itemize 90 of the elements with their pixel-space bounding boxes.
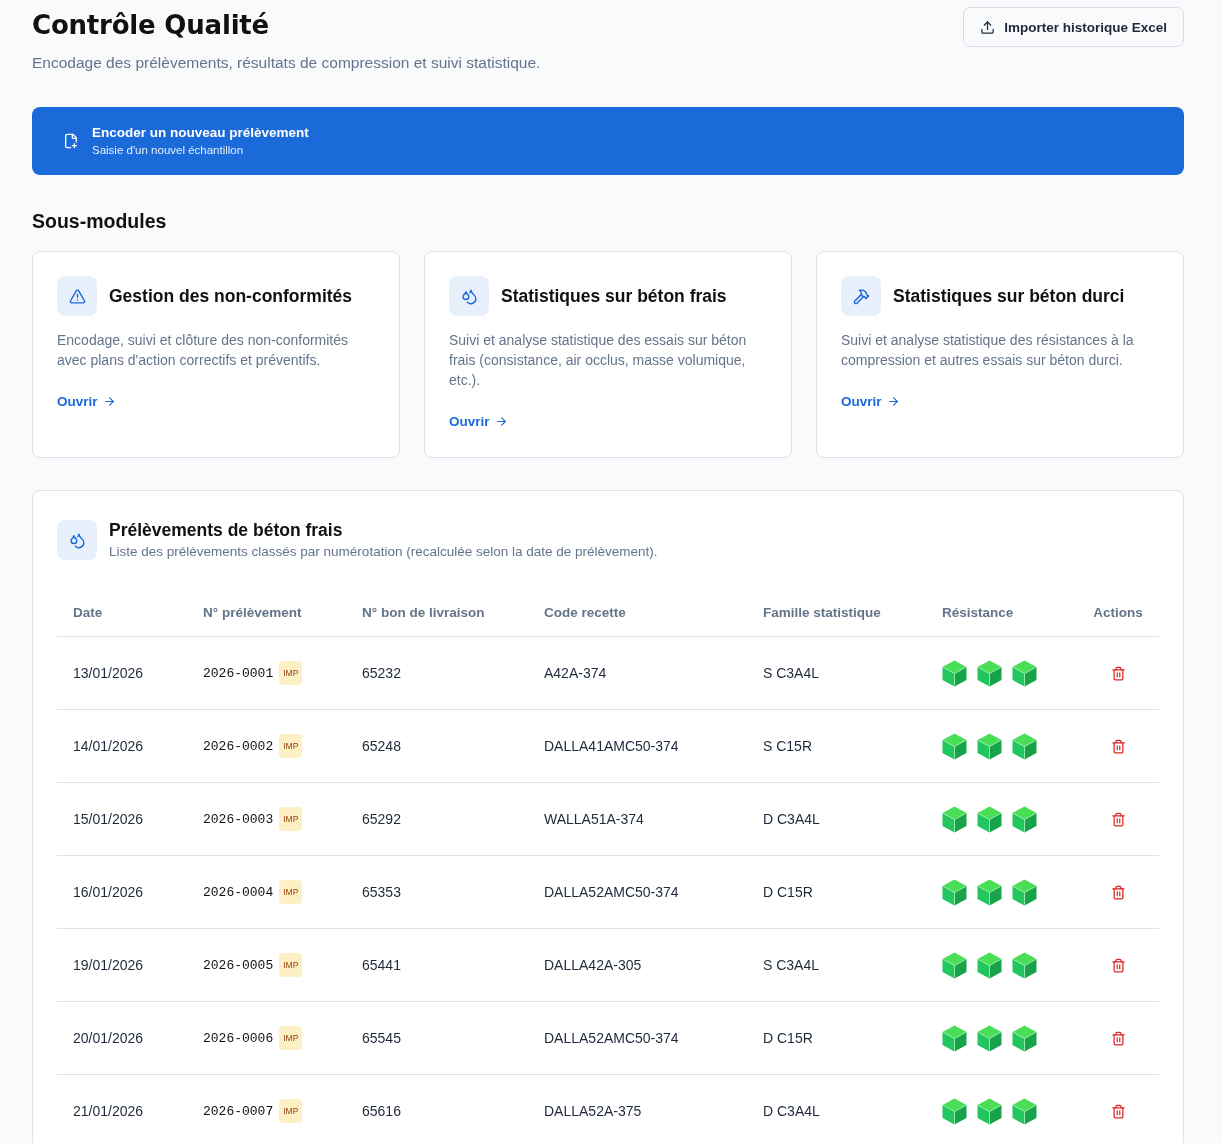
delivery-note-cell-text: 65441: [361, 957, 402, 973]
import-badge: IMP: [279, 734, 303, 758]
delete-button[interactable]: [1110, 665, 1126, 681]
import-badge: IMP: [279, 661, 303, 685]
import-badge: IMP: [279, 1026, 303, 1050]
sample-number: 2026-0004: [203, 884, 274, 900]
family-cell-text: S C3A4L: [762, 957, 821, 973]
card-description: Encodage, suivi et clôture des non-conformités avec plans d'action correctifs et préventifs.: [57, 331, 350, 370]
card-title: Statistiques sur béton frais: [501, 285, 727, 307]
new-sample-banner-button[interactable]: Encoder un nouveau prélèvement Saisie d'un nouvel échantillon: [32, 107, 1184, 175]
arrow-right-icon: [886, 395, 900, 408]
family-cell-text: D C3A4L: [762, 1103, 821, 1119]
trash-icon: [1110, 665, 1126, 681]
sample-number: 2026-0002: [203, 738, 274, 754]
page-title: Contrôle Qualité: [32, 9, 269, 42]
date-cell-text: 13/01/2026: [72, 665, 145, 681]
hammer-icon: [852, 287, 870, 305]
delivery-note-cell-text: 65545: [361, 1030, 402, 1046]
delete-button[interactable]: [1110, 884, 1126, 900]
recipe-code-cell-text: DALLA41AMC50-374: [543, 738, 680, 754]
arrow-right-icon: [494, 415, 508, 428]
sample-number: 2026-0001: [203, 665, 274, 681]
sample-number: 2026-0006: [203, 1030, 274, 1046]
delete-button[interactable]: [1110, 1030, 1126, 1046]
trash-icon: [1110, 811, 1126, 827]
family-cell-text: S C3A4L: [762, 665, 821, 681]
card-title: Gestion des non-conformités: [109, 285, 353, 307]
import-badge: IMP: [279, 953, 303, 977]
open-link[interactable]: Ouvrir: [841, 394, 900, 409]
recipe-code-cell-text: DALLA52AMC50-374: [543, 884, 680, 900]
date-cell-text: 15/01/2026: [72, 811, 145, 827]
family-cell-text: D C15R: [762, 884, 814, 900]
trash-icon: [1110, 884, 1126, 900]
family-cell-text: D C3A4L: [762, 811, 821, 827]
column-header: Résistance: [941, 605, 1015, 620]
delete-button[interactable]: [1110, 1103, 1126, 1119]
file-plus-icon: [63, 133, 79, 149]
import-badge: IMP: [279, 880, 303, 904]
upload-icon: [980, 19, 996, 35]
recipe-code-cell-text: DALLA52A-375: [543, 1103, 643, 1119]
date-cell-text: 16/01/2026: [72, 884, 145, 900]
column-header: Famille statistique: [762, 605, 882, 620]
delivery-note-cell-text: 65248: [361, 738, 402, 754]
page-subtitle: Encodage des prélèvements, résultats de compression et suivi statistique.: [32, 53, 541, 73]
banner-title: Encoder un nouveau prélèvement: [92, 124, 309, 142]
recipe-code-cell-text: DALLA52AMC50-374: [543, 1030, 680, 1046]
card-description: Liste des prélèvements classés par numérotation (recalculée selon la date de prélèvement).: [109, 543, 658, 561]
card-title: Statistiques sur béton durci: [893, 285, 1125, 307]
delivery-note-cell-text: 65232: [361, 665, 402, 681]
column-header: N° bon de livraison: [361, 605, 486, 620]
date-cell-text: 19/01/2026: [72, 957, 145, 973]
recipe-code-cell-text: WALLA51A-374: [543, 811, 645, 827]
import-badge: IMP: [279, 807, 303, 831]
column-header: N° prélèvement: [202, 605, 303, 620]
open-link[interactable]: Ouvrir: [449, 414, 508, 429]
trash-icon: [1110, 1030, 1126, 1046]
recipe-code-cell-text: A42A-374: [543, 665, 608, 681]
import-button[interactable]: Importer historique Excel: [963, 7, 1184, 47]
card-title: Prélèvements de béton frais: [109, 519, 344, 541]
section-heading: Sous-modules: [32, 209, 168, 233]
date-cell-text: 14/01/2026: [72, 738, 145, 754]
droplets-icon: [68, 531, 86, 549]
delivery-note-cell-text: 65353: [361, 884, 402, 900]
arrow-right-icon: [102, 395, 116, 408]
column-header: Code recette: [543, 605, 627, 620]
date-cell-text: 20/01/2026: [72, 1030, 145, 1046]
card-description: Suivi et analyse statistique des essais sur béton frais (consistance, air occlus, masse volumique, etc.).: [449, 331, 748, 390]
column-header: Actions: [1093, 605, 1143, 620]
delivery-note-cell-text: 65616: [361, 1103, 402, 1119]
open-link[interactable]: Ouvrir: [57, 394, 116, 409]
trash-icon: [1110, 1103, 1126, 1119]
sample-number: 2026-0007: [203, 1103, 274, 1119]
family-cell-text: D C15R: [762, 1030, 814, 1046]
sample-number: 2026-0003: [203, 811, 274, 827]
banner-subtitle: Saisie d'un nouvel échantillon: [92, 143, 245, 158]
delete-button[interactable]: [1110, 811, 1126, 827]
card-description: Suivi et analyse statistique des résistances à la compression et autres essais sur béton durci.: [841, 331, 1135, 370]
sample-number: 2026-0005: [203, 957, 274, 973]
delete-button[interactable]: [1110, 738, 1126, 754]
droplets-icon: [460, 287, 478, 305]
trash-icon: [1110, 957, 1126, 973]
recipe-code-cell-text: DALLA42A-305: [543, 957, 643, 973]
column-header: Date: [72, 605, 104, 620]
trash-icon: [1110, 738, 1126, 754]
date-cell-text: 21/01/2026: [72, 1103, 145, 1119]
delete-button[interactable]: [1110, 957, 1126, 973]
warning-icon: [68, 287, 86, 305]
family-cell-text: S C15R: [762, 738, 814, 754]
import-badge: IMP: [279, 1099, 303, 1123]
delivery-note-cell-text: 65292: [361, 811, 402, 827]
